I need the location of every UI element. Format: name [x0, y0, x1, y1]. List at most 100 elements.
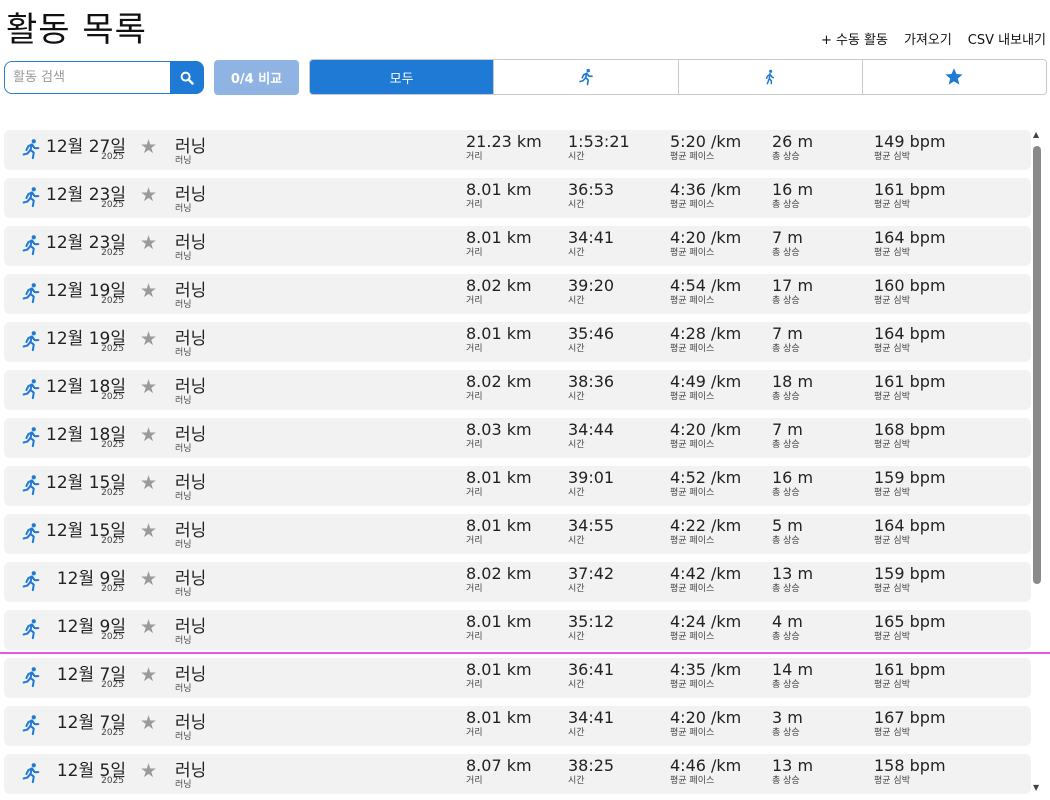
activity-row[interactable]: 12월 9일 2025 ★ 러닝 러닝 8.01 km 거리 35:12 시간 …	[4, 610, 1031, 650]
elevation-label: 총 상승	[772, 440, 800, 450]
filter-tab-favorites[interactable]	[861, 60, 1046, 94]
time-metric: 38:36 시간	[568, 372, 614, 402]
manual-activity-link[interactable]: + 수동 활동	[821, 29, 888, 48]
favorite-star-icon[interactable]: ★	[140, 474, 157, 493]
activity-type: 러닝	[175, 396, 192, 406]
running-icon	[22, 235, 40, 256]
time-metric: 38:25 시간	[568, 756, 614, 786]
walking-icon	[766, 69, 775, 85]
elevation-label: 총 상승	[772, 536, 800, 546]
elevation-metric: 5 m 총 상승	[772, 516, 803, 546]
search-input[interactable]	[4, 61, 170, 94]
favorite-star-icon[interactable]: ★	[140, 138, 157, 157]
activity-type: 러닝	[175, 444, 192, 454]
favorite-star-icon[interactable]: ★	[140, 378, 157, 397]
time-metric: 34:41 시간	[568, 228, 614, 258]
running-icon	[579, 68, 593, 86]
activity-row[interactable]: 12월 15일 2025 ★ 러닝 러닝 8.01 km 거리 39:01 시간…	[4, 466, 1031, 506]
header-links: + 수동 활동 가져오기 CSV 내보내기	[805, 29, 1046, 48]
elevation-label: 총 상승	[772, 248, 800, 258]
favorite-star-icon[interactable]: ★	[140, 186, 157, 205]
scrollbar[interactable]: ▲ ▼	[1032, 130, 1042, 792]
import-link[interactable]: 가져오기	[904, 29, 952, 48]
activity-row[interactable]: 12월 18일 2025 ★ 러닝 러닝 8.03 km 거리 34:44 시간…	[4, 418, 1031, 458]
filter-tab-all[interactable]: 모두	[310, 60, 494, 94]
favorite-star-icon[interactable]: ★	[140, 522, 157, 541]
time-metric: 39:20 시간	[568, 276, 614, 306]
elevation-label: 총 상승	[772, 728, 800, 738]
activity-row[interactable]: 12월 19일 2025 ★ 러닝 러닝 8.02 km 거리 39:20 시간…	[4, 274, 1031, 314]
activity-row[interactable]: 12월 23일 2025 ★ 러닝 러닝 8.01 km 거리 36:53 시간…	[4, 178, 1031, 218]
filter-tab-running[interactable]	[493, 60, 678, 94]
running-icon	[22, 763, 40, 784]
favorite-star-icon[interactable]: ★	[140, 666, 157, 685]
activity-year: 2025	[101, 296, 124, 306]
distance-metric: 8.02 km 거리	[466, 564, 532, 594]
pace-metric: 4:28 /km 평균 페이스	[670, 324, 741, 354]
compare-button[interactable]: 0/4 비교	[214, 60, 299, 95]
activity-row[interactable]: 12월 27일 2025 ★ 러닝 러닝 21.23 km 거리 1:53:21…	[4, 130, 1031, 170]
activity-row[interactable]: 12월 19일 2025 ★ 러닝 러닝 8.01 km 거리 35:46 시간…	[4, 322, 1031, 362]
elevation-metric: 13 m 총 상승	[772, 564, 813, 594]
activity-row[interactable]: 12월 7일 2025 ★ 러닝 러닝 8.01 km 거리 34:41 시간 …	[4, 706, 1031, 746]
favorite-star-icon[interactable]: ★	[140, 618, 157, 637]
favorite-star-icon[interactable]: ★	[140, 714, 157, 733]
activity-row[interactable]: 12월 15일 2025 ★ 러닝 러닝 8.01 km 거리 34:55 시간…	[4, 514, 1031, 554]
activity-type: 러닝	[175, 636, 192, 646]
activity-year: 2025	[101, 248, 124, 258]
distance-metric: 8.07 km 거리	[466, 756, 532, 786]
activity-type: 러닝	[175, 684, 192, 694]
running-icon	[22, 523, 40, 544]
distance-metric: 8.02 km 거리	[466, 276, 532, 306]
distance-metric: 8.01 km 거리	[466, 708, 532, 738]
activity-row[interactable]: 12월 7일 2025 ★ 러닝 러닝 8.01 km 거리 36:41 시간 …	[4, 658, 1031, 698]
time-metric: 36:53 시간	[568, 180, 614, 210]
csv-export-link[interactable]: CSV 내보내기	[968, 29, 1046, 48]
elevation-metric: 7 m 총 상승	[772, 324, 803, 354]
elevation-metric: 7 m 총 상승	[772, 228, 803, 258]
activity-year: 2025	[101, 536, 124, 546]
pace-metric: 4:20 /km 평균 페이스	[670, 228, 741, 258]
heart-rate-metric: 167 bpm 평균 심박	[874, 708, 946, 738]
activity-year: 2025	[101, 680, 124, 690]
running-icon	[22, 187, 40, 208]
favorite-star-icon[interactable]: ★	[140, 762, 157, 781]
favorite-star-icon[interactable]: ★	[140, 330, 157, 349]
scroll-thumb[interactable]	[1033, 146, 1041, 584]
activity-row[interactable]: 12월 9일 2025 ★ 러닝 러닝 8.02 km 거리 37:42 시간 …	[4, 562, 1031, 602]
activity-type: 러닝	[175, 540, 192, 550]
activity-year: 2025	[101, 632, 124, 642]
activity-row[interactable]: 12월 5일 2025 ★ 러닝 러닝 8.07 km 거리 38:25 시간 …	[4, 754, 1031, 794]
distance-metric: 8.01 km 거리	[466, 468, 532, 498]
activity-filter-tabs: 모두	[309, 59, 1047, 95]
activity-row[interactable]: 12월 23일 2025 ★ 러닝 러닝 8.01 km 거리 34:41 시간…	[4, 226, 1031, 266]
favorite-star-icon[interactable]: ★	[140, 282, 157, 301]
pace-metric: 4:35 /km 평균 페이스	[670, 660, 741, 690]
search-button[interactable]	[170, 61, 204, 94]
running-icon	[22, 427, 40, 448]
elevation-metric: 13 m 총 상승	[772, 756, 813, 786]
scroll-down-arrow-icon[interactable]: ▼	[1033, 783, 1039, 792]
heart-rate-metric: 159 bpm 평균 심박	[874, 468, 946, 498]
heart-rate-metric: 161 bpm 평균 심박	[874, 372, 946, 402]
favorite-star-icon[interactable]: ★	[140, 426, 157, 445]
heart-rate-metric: 159 bpm 평균 심박	[874, 564, 946, 594]
distance-metric: 21.23 km 거리	[466, 132, 542, 162]
activity-type: 러닝	[175, 780, 192, 790]
activity-year: 2025	[101, 440, 124, 450]
time-metric: 34:44 시간	[568, 420, 614, 450]
time-metric: 35:12 시간	[568, 612, 614, 642]
heart-rate-metric: 161 bpm 평균 심박	[874, 180, 946, 210]
activity-year: 2025	[101, 488, 124, 498]
activity-type: 러닝	[175, 156, 192, 166]
activity-type: 러닝	[175, 492, 192, 502]
filter-tab-walking[interactable]	[677, 60, 862, 94]
distance-metric: 8.02 km 거리	[466, 372, 532, 402]
activity-year: 2025	[101, 584, 124, 594]
activity-row[interactable]: 12월 18일 2025 ★ 러닝 러닝 8.02 km 거리 38:36 시간…	[4, 370, 1031, 410]
favorite-star-icon[interactable]: ★	[140, 570, 157, 589]
pace-metric: 4:36 /km 평균 페이스	[670, 180, 741, 210]
scroll-up-arrow-icon[interactable]: ▲	[1033, 130, 1039, 139]
heart-rate-metric: 161 bpm 평균 심박	[874, 660, 946, 690]
favorite-star-icon[interactable]: ★	[140, 234, 157, 253]
